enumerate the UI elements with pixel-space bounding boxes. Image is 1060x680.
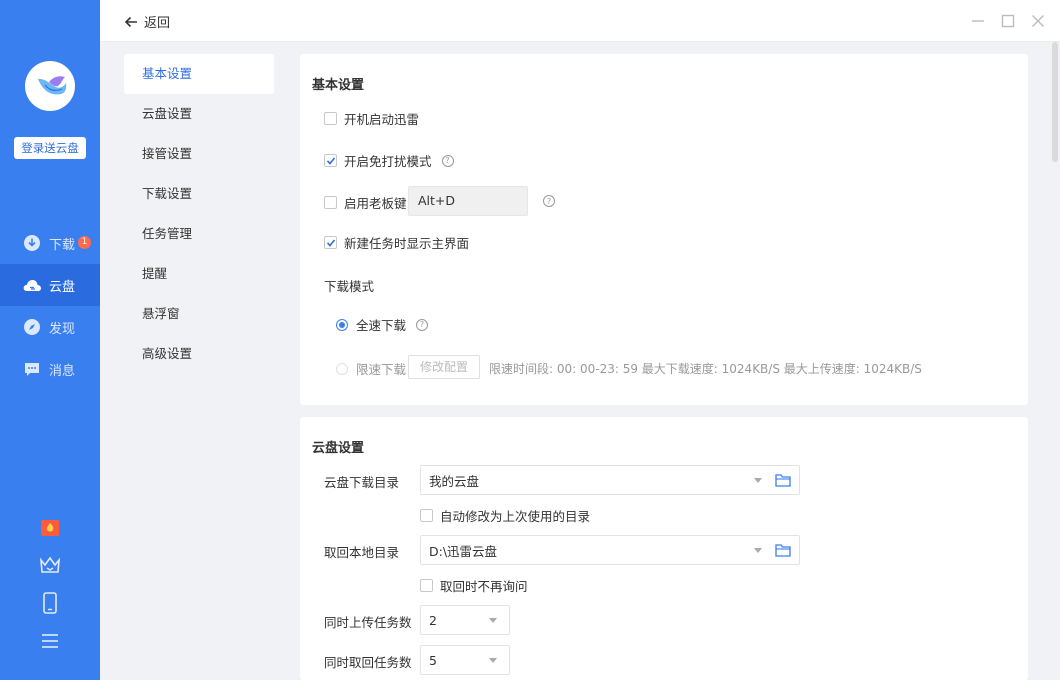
nav-item-messages[interactable]: 消息 (0, 348, 100, 390)
chevron-down-icon (754, 548, 762, 553)
modify-config-button[interactable]: 修改配置 (408, 355, 480, 379)
compass-icon (22, 317, 42, 337)
local-dir-value: D:\迅雷云盘 (429, 543, 498, 559)
autostart-checkbox[interactable] (324, 112, 337, 125)
checkmark-icon (326, 156, 335, 165)
limit-speed-info: 限速时间段: 00: 00-23: 59 最大下载速度: 1024KB/S 最大… (489, 362, 922, 376)
title-bar: 返回 (100, 0, 1060, 42)
full-speed-option[interactable]: 全速下载 ? (336, 315, 429, 334)
bosskey-help-icon[interactable]: ? (543, 195, 555, 207)
phone-icon[interactable] (0, 584, 100, 622)
menu-item-tasks[interactable]: 任务管理 (124, 214, 274, 254)
basic-settings-panel (300, 54, 1028, 405)
nodisturb-option[interactable]: 开启免打扰模式 ? (324, 151, 454, 170)
chevron-down-icon (754, 478, 762, 483)
menu-item-cloud[interactable]: 云盘设置 (124, 94, 274, 134)
vertical-scrollbar-thumb[interactable] (1052, 42, 1058, 162)
download-count-badge: 1 (78, 236, 91, 249)
nav-label-messages: 消息 (49, 363, 76, 379)
nav-label-discover: 发现 (49, 321, 76, 337)
avatar[interactable] (25, 61, 75, 111)
full-speed-radio[interactable] (336, 318, 348, 331)
showmain-checkbox[interactable] (324, 236, 337, 249)
arrow-left-icon (124, 16, 137, 27)
bosskey-option[interactable]: 启用老板键 (324, 193, 407, 212)
window-controls (970, 13, 1046, 29)
fetch-count-label: 同时取回任务数 (324, 655, 412, 670)
menu-item-floating-window[interactable]: 悬浮窗 (124, 294, 274, 334)
autostart-option[interactable]: 开机启动迅雷 (324, 109, 419, 128)
menu-item-download[interactable]: 下载设置 (124, 174, 274, 214)
menu-item-reminder[interactable]: 提醒 (124, 254, 274, 294)
local-dir-label: 取回本地目录 (324, 545, 400, 560)
menu-icon[interactable] (0, 622, 100, 660)
autostart-label: 开机启动迅雷 (344, 112, 420, 127)
cloud-settings-title: 云盘设置 (312, 441, 365, 456)
auto-modify-option[interactable]: 自动修改为上次使用的目录 (420, 506, 590, 525)
basic-settings-title: 基本设置 (312, 78, 365, 93)
menu-item-basic[interactable]: 基本设置 (124, 54, 274, 94)
no-ask-option[interactable]: 取回时不再询问 (420, 576, 528, 595)
checkmark-icon (326, 238, 335, 247)
nav-item-discover[interactable]: 发现 (0, 306, 100, 348)
upload-count-value: 2 (429, 612, 437, 628)
folder-icon[interactable] (775, 473, 791, 490)
fetch-count-select[interactable]: 5 (420, 645, 510, 675)
upload-count-label: 同时上传任务数 (324, 615, 412, 630)
chevron-down-icon (489, 618, 497, 623)
auto-modify-label: 自动修改为上次使用的目录 (440, 509, 591, 524)
auto-modify-checkbox[interactable] (420, 509, 433, 522)
limit-speed-radio[interactable] (336, 362, 348, 375)
bosskey-label: 启用老板键 (344, 196, 407, 211)
sidebar-bottom-icons (0, 508, 100, 660)
message-icon (22, 359, 42, 379)
nav-label-cloud: 云盘 (49, 279, 76, 295)
upload-count-select[interactable]: 2 (420, 605, 510, 635)
main-nav: 下载 1 云盘 发现 消息 (0, 222, 100, 390)
download-mode-label: 下载模式 (324, 279, 375, 294)
login-button[interactable]: 登录送云盘 (14, 137, 86, 159)
bosskey-checkbox[interactable] (324, 196, 337, 209)
no-ask-checkbox[interactable] (420, 579, 433, 592)
cloud-icon (22, 275, 42, 295)
left-sidebar: 登录送云盘 下载 1 云盘 发现 消息 (0, 0, 100, 680)
limit-speed-option[interactable]: 限速下载 (336, 359, 406, 378)
menu-item-advanced[interactable]: 高级设置 (124, 334, 274, 374)
local-dir-select[interactable]: D:\迅雷云盘 (420, 535, 800, 565)
help-icon[interactable]: ? (441, 154, 454, 167)
back-button[interactable]: 返回 (124, 12, 170, 31)
nav-item-download[interactable]: 下载 1 (0, 222, 100, 264)
fetch-count-value: 5 (429, 652, 437, 668)
no-ask-label: 取回时不再询问 (440, 579, 528, 594)
menu-item-takeover[interactable]: 接管设置 (124, 134, 274, 174)
chevron-down-icon (489, 658, 497, 663)
crown-icon[interactable] (0, 546, 100, 584)
cloud-download-dir-select[interactable]: 我的云盘 (420, 465, 800, 495)
gift-icon[interactable] (0, 508, 100, 546)
cloud-download-dir-label: 云盘下载目录 (324, 475, 400, 490)
nodisturb-label: 开启免打扰模式 (344, 154, 432, 169)
minimize-icon[interactable] (970, 13, 986, 29)
full-speed-help-icon[interactable]: ? (416, 318, 429, 331)
showmain-label: 新建任务时显示主界面 (344, 236, 470, 251)
folder-icon[interactable] (775, 543, 791, 560)
nav-label-download: 下载 (49, 237, 76, 253)
limit-speed-label: 限速下载 (356, 362, 407, 377)
close-icon[interactable] (1030, 13, 1046, 29)
bosskey-input[interactable]: Alt+D (408, 186, 528, 216)
showmain-option[interactable]: 新建任务时显示主界面 (324, 233, 469, 252)
full-speed-label: 全速下载 (356, 318, 407, 333)
back-label: 返回 (144, 16, 171, 31)
nodisturb-checkbox[interactable] (324, 154, 337, 167)
maximize-icon[interactable] (1000, 13, 1016, 29)
cloud-download-dir-value: 我的云盘 (429, 473, 480, 489)
bird-logo-icon (38, 76, 67, 95)
download-icon (22, 233, 42, 253)
nav-item-cloud[interactable]: 云盘 (0, 264, 100, 306)
